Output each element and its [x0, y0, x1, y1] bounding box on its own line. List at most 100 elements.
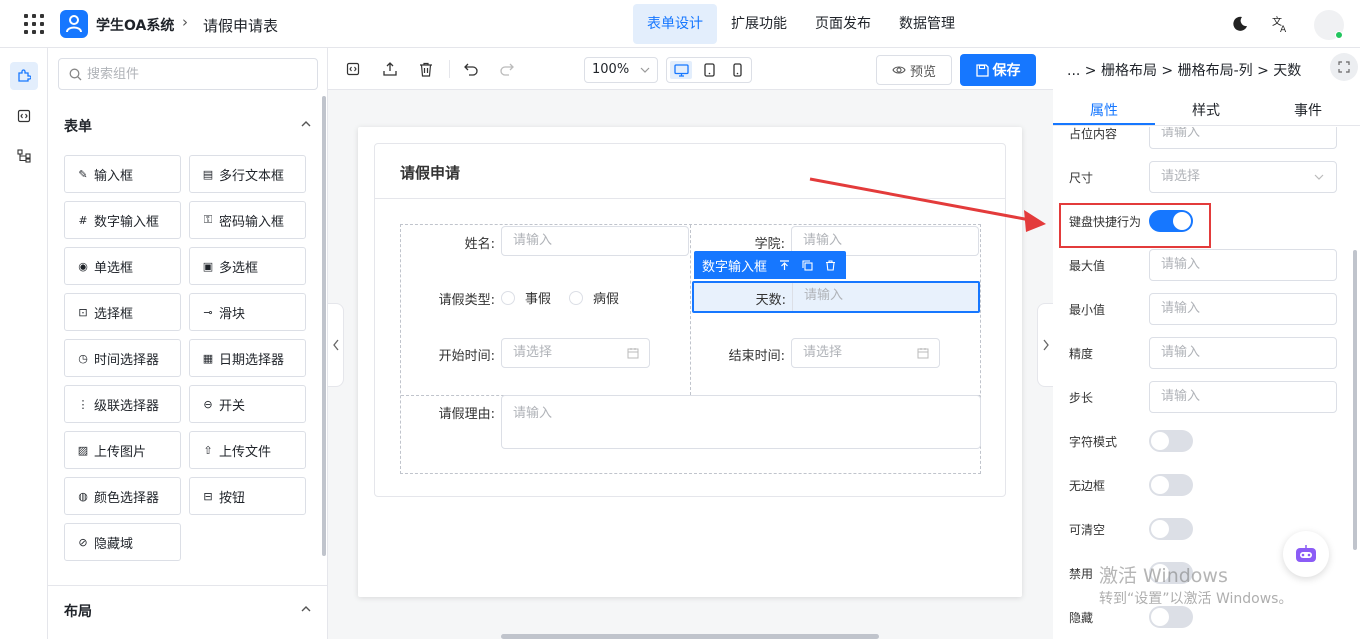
property-switch[interactable] — [1149, 606, 1193, 628]
component-panel-scrollbar[interactable] — [322, 96, 326, 556]
component-search[interactable] — [58, 58, 318, 90]
tab-events[interactable]: 事件 — [1294, 100, 1322, 120]
search-input[interactable] — [87, 64, 307, 84]
dark-mode-icon[interactable] — [1232, 16, 1248, 36]
radio-dot — [501, 290, 515, 305]
end-time-placeholder: 请选择 — [803, 345, 843, 360]
collapse-right-panel-button[interactable] — [1037, 303, 1053, 387]
form-card[interactable]: 请假申请 姓名: 请输入 请假类型: 事假 病假 开始时间: 请选择 学院: 请… — [374, 143, 1006, 497]
property-row: 最小值 请输入 — [1069, 293, 1339, 325]
component-5-button[interactable]: ◉ 单选框 — [64, 247, 181, 285]
property-placeholder: 请输入 — [1161, 389, 1201, 404]
outline-rail-button[interactable] — [10, 142, 38, 170]
property-label: 最小值 — [1069, 303, 1106, 317]
mobile-icon[interactable] — [726, 61, 748, 79]
component-7-button[interactable]: ⊡ 选择框 — [64, 293, 181, 331]
component-13-button[interactable]: ▨ 上传图片 — [64, 431, 181, 469]
component-12-button[interactable]: ⊖ 开关 — [189, 385, 306, 423]
app-name[interactable]: 学生OA系统 — [96, 15, 174, 35]
code-rail-button[interactable] — [10, 102, 38, 130]
component-9-button[interactable]: ◷ 时间选择器 — [64, 339, 181, 377]
code-view-icon[interactable] — [344, 60, 362, 78]
leave-type-label: 请假类型: — [438, 293, 495, 308]
component-4-button[interactable]: ⚿ 密码输入框 — [189, 201, 306, 239]
component-17-button[interactable]: ⊘ 隐藏域 — [64, 523, 181, 561]
days-field-selected[interactable]: 天数: 请输入 — [692, 281, 980, 313]
end-time-label: 结束时间: — [728, 349, 785, 364]
property-input[interactable]: 请输入 — [1149, 293, 1337, 325]
section-layout-header[interactable]: 布局 — [64, 601, 312, 625]
grid-layout[interactable]: 姓名: 请输入 请假类型: 事假 病假 开始时间: 请选择 学院: 请输入 数字… — [400, 224, 981, 474]
radio-sick-leave[interactable]: 病假 — [569, 288, 619, 307]
collapse-left-panel-button[interactable] — [328, 303, 344, 387]
canvas-toolbar: 100% 预览 保存 — [328, 48, 1053, 90]
component-2-button[interactable]: ▤ 多行文本框 — [189, 155, 306, 193]
component-15-button[interactable]: ◍ 颜色选择器 — [64, 477, 181, 515]
college-label: 学院: — [754, 237, 785, 252]
component-14-button[interactable]: ⇧ 上传文件 — [189, 431, 306, 469]
component-label: 数字输入框 — [94, 214, 160, 230]
end-time-picker[interactable]: 请选择 — [791, 338, 940, 368]
tab-page-publish[interactable]: 页面发布 — [801, 4, 885, 44]
property-switch[interactable] — [1149, 518, 1193, 540]
tab-form-design[interactable]: 表单设计 — [633, 4, 717, 44]
section-form-header[interactable]: 表单 — [64, 116, 312, 140]
property-input[interactable]: 请输入 — [1149, 127, 1337, 149]
component-label: 上传图片 — [94, 444, 147, 460]
apps-grid-icon[interactable] — [24, 14, 44, 34]
property-row: 精度 请输入 — [1069, 337, 1339, 369]
component-6-button[interactable]: ▣ 多选框 — [189, 247, 306, 285]
tablet-icon[interactable] — [698, 61, 720, 79]
tab-data-management[interactable]: 数据管理 — [885, 4, 969, 44]
undo-icon[interactable] — [462, 60, 480, 78]
annotation-highlight-box — [1059, 203, 1211, 248]
save-button[interactable]: 保存 — [960, 54, 1036, 86]
components-rail-button[interactable] — [10, 62, 38, 90]
property-switch[interactable] — [1149, 430, 1193, 452]
component-3-button[interactable]: # 数字输入框 — [64, 201, 181, 239]
tab-attributes[interactable]: 属性 — [1090, 100, 1118, 120]
chevron-down-icon — [640, 67, 650, 73]
radio-personal-leave[interactable]: 事假 — [501, 288, 551, 307]
property-input[interactable]: 请输入 — [1149, 249, 1337, 281]
main-nav-tabs: 表单设计 扩展功能 页面发布 数据管理 — [633, 4, 969, 44]
property-label: 禁用 — [1069, 567, 1094, 581]
desktop-icon[interactable] — [670, 61, 692, 79]
zoom-value: 100% — [592, 62, 630, 77]
tab-extensions[interactable]: 扩展功能 — [717, 4, 801, 44]
chevron-down-icon — [1314, 174, 1324, 180]
preview-button[interactable]: 预览 — [876, 55, 952, 85]
start-time-picker[interactable]: 请选择 — [501, 338, 650, 368]
name-input[interactable]: 请输入 — [501, 226, 689, 256]
component-16-button[interactable]: ⊟ 按钮 — [189, 477, 306, 515]
property-select[interactable]: 请选择 — [1149, 161, 1337, 193]
days-input[interactable]: 请输入 — [792, 283, 978, 311]
delete-component-icon[interactable] — [825, 259, 836, 271]
delete-icon[interactable] — [417, 60, 435, 78]
component-11-button[interactable]: ⋮ 级联选择器 — [64, 385, 181, 423]
tab-style[interactable]: 样式 — [1192, 100, 1220, 120]
property-input[interactable]: 请输入 — [1149, 337, 1337, 369]
zoom-select[interactable]: 100% — [584, 57, 658, 83]
property-label: 步长 — [1069, 391, 1094, 405]
pen-icon: ✎ — [78, 167, 88, 181]
component-10-button[interactable]: ▦ 日期选择器 — [189, 339, 306, 377]
properties-scrollbar[interactable] — [1353, 250, 1357, 550]
translate-icon[interactable]: 文A — [1272, 15, 1290, 37]
redo-icon[interactable] — [498, 60, 516, 78]
copy-icon[interactable] — [802, 259, 813, 271]
fullscreen-icon[interactable] — [1330, 53, 1358, 81]
assistant-bot-icon[interactable] — [1283, 531, 1329, 577]
component-8-button[interactable]: ⊸ 滑块 — [189, 293, 306, 331]
component-1-button[interactable]: ✎ 输入框 — [64, 155, 181, 193]
move-to-top-icon[interactable] — [779, 259, 790, 271]
export-icon[interactable] — [381, 60, 399, 78]
radio-sick-leave-label: 病假 — [593, 292, 620, 307]
canvas-horizontal-scrollbar[interactable] — [501, 634, 879, 639]
property-switch[interactable] — [1149, 474, 1193, 496]
puzzle-icon — [18, 69, 31, 82]
reason-textarea[interactable]: 请输入 — [501, 395, 981, 449]
chevron-up-icon — [301, 121, 311, 127]
selected-component-name: 数字输入框 — [702, 259, 768, 275]
property-input[interactable]: 请输入 — [1149, 381, 1337, 413]
